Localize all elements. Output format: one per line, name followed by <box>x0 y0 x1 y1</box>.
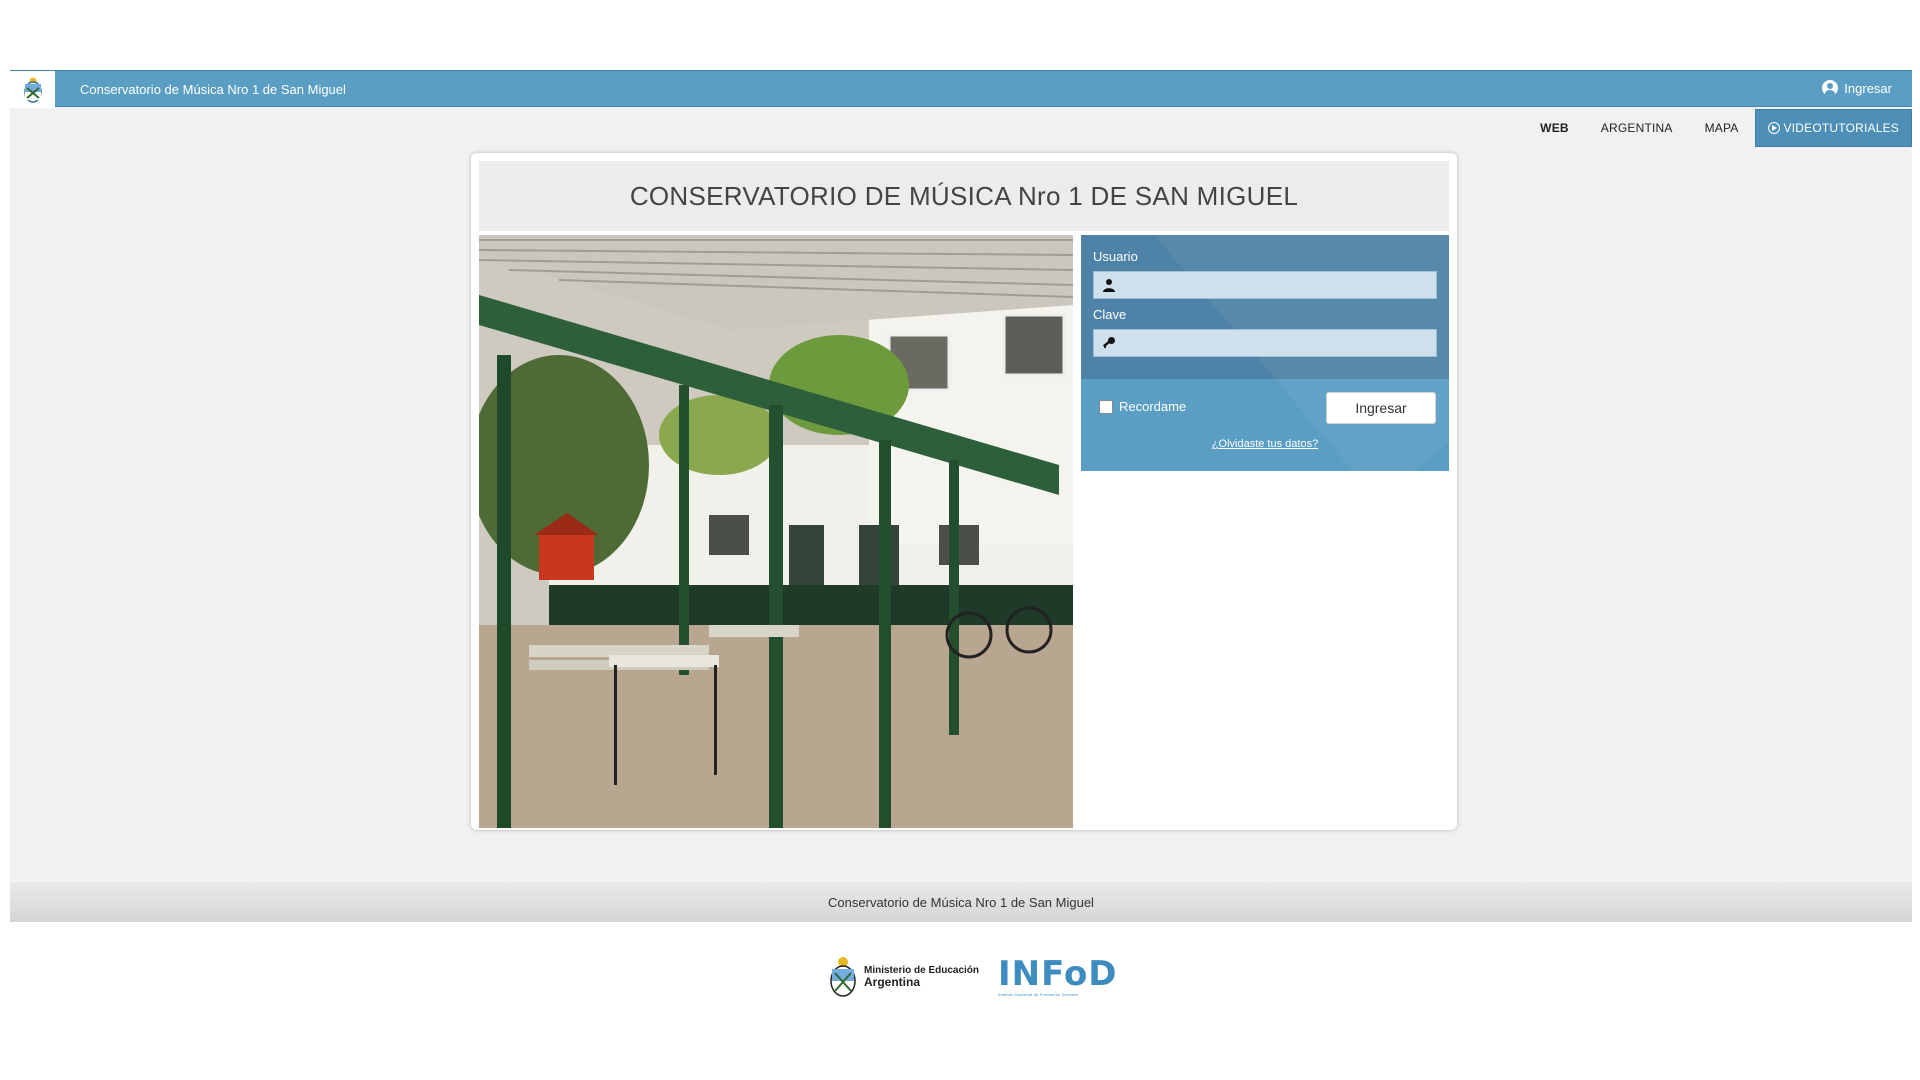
coat-of-arms-icon <box>23 77 42 103</box>
main-nav: WEB ARGENTINA MAPA VIDEOTUTORIALES <box>1524 109 1912 147</box>
coat-of-arms-logo[interactable] <box>10 71 55 108</box>
ministry-line2: Argentina <box>864 975 921 989</box>
nav-item-web[interactable]: WEB <box>1524 109 1585 147</box>
play-circle-icon <box>1767 122 1780 134</box>
password-input[interactable] <box>1124 330 1436 356</box>
nav-item-mapa[interactable]: MAPA <box>1689 109 1755 147</box>
user-circle-icon <box>1822 80 1839 96</box>
top-bar: Conservatorio de Música Nro 1 de San Mig… <box>10 70 1912 108</box>
key-icon <box>1102 337 1115 348</box>
password-field[interactable] <box>1093 329 1437 357</box>
ministry-seal-icon <box>830 957 856 997</box>
header-login-label: Ingresar <box>1844 80 1892 96</box>
ministry-text: Ministerio de Educación Argentina <box>864 965 979 989</box>
page-title: CONSERVATORIO DE MÚSICA Nro 1 DE SAN MIG… <box>629 180 1299 211</box>
infod-logo-text: INFoD <box>998 954 1118 994</box>
login-submit-button[interactable]: Ingresar <box>1326 392 1436 424</box>
user-label: Usuario <box>1093 249 1138 264</box>
password-label: Clave <box>1093 307 1127 322</box>
footer-text: Conservatorio de Música Nro 1 de San Mig… <box>828 894 1094 910</box>
footer-bar: Conservatorio de Música Nro 1 de San Mig… <box>10 882 1912 922</box>
card-header: CONSERVATORIO DE MÚSICA Nro 1 DE SAN MIG… <box>479 161 1449 231</box>
ministry-logo[interactable]: Ministerio de Educación Argentina <box>828 955 979 999</box>
remember-label: Recordame <box>1119 399 1187 414</box>
nav-item-argentina[interactable]: ARGENTINA <box>1585 109 1689 147</box>
user-field[interactable] <box>1093 271 1437 299</box>
user-input[interactable] <box>1124 272 1436 298</box>
login-form: Usuario Clave Recordame Ingresar ¿Olvida… <box>1081 235 1449 471</box>
login-card: CONSERVATORIO DE MÚSICA Nro 1 DE SAN MIG… <box>471 153 1457 830</box>
footer-logos: Ministerio de Educación Argentina INFoD … <box>0 955 1920 1005</box>
remember-checkbox[interactable] <box>1099 399 1113 414</box>
nav-item-videotutoriales[interactable]: VIDEOTUTORIALES <box>1754 109 1912 147</box>
forgot-data-link[interactable]: ¿Olvidaste tus datos? <box>1081 438 1449 450</box>
user-icon <box>1103 279 1115 292</box>
courtyard-photo-image <box>479 235 1073 828</box>
courtyard-photo <box>479 235 1073 828</box>
remember-me[interactable]: Recordame <box>1099 399 1186 414</box>
nav-item-videotutoriales-label: VIDEOTUTORIALES <box>1783 121 1899 135</box>
site-title[interactable]: Conservatorio de Música Nro 1 de San Mig… <box>80 82 346 97</box>
header-login-link[interactable]: Ingresar <box>1822 80 1892 96</box>
infod-logo[interactable]: INFoD Instituto Nacional de Formación Do… <box>998 956 1118 997</box>
app-frame: Conservatorio de Música Nro 1 de San Mig… <box>10 70 1912 922</box>
